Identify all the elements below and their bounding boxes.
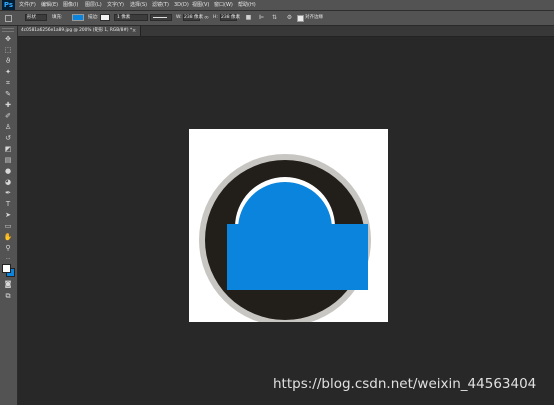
canvas-artwork bbox=[199, 154, 371, 326]
rectangle-tool-icon[interactable]: ▭ bbox=[3, 221, 13, 231]
gradient-tool-icon[interactable]: ▤ bbox=[3, 155, 13, 165]
menu-image[interactable]: 图像(I) bbox=[63, 0, 78, 10]
type-tool-icon[interactable]: T bbox=[3, 199, 13, 209]
menu-edit[interactable]: 编辑(E) bbox=[41, 0, 58, 10]
pen-tool-icon[interactable]: ✒ bbox=[3, 188, 13, 198]
quick-mask-icon[interactable]: ◙ bbox=[3, 279, 13, 289]
menu-bar: Ps 文件(F) 编辑(E) 图像(I) 图层(L) 文字(Y) 选择(S) 滤… bbox=[0, 0, 554, 11]
width-value: 238 像素 bbox=[184, 15, 204, 20]
document-tab[interactable]: 4c0581a6256e1a89.jpg @ 200% (矩形 1, RGB/8… bbox=[18, 26, 141, 36]
brush-tool-icon[interactable]: ✐ bbox=[3, 111, 13, 121]
align-edges-label: 对齐边缘 bbox=[305, 15, 323, 20]
more-tools-icon[interactable]: ··· bbox=[3, 254, 13, 264]
menu-type[interactable]: 文字(Y) bbox=[107, 0, 124, 10]
dodge-tool-icon[interactable]: ◕ bbox=[3, 177, 13, 187]
close-icon[interactable]: × bbox=[132, 26, 136, 36]
foreground-color-swatch[interactable] bbox=[2, 264, 11, 273]
menu-filter[interactable]: 滤镜(T) bbox=[152, 0, 169, 10]
stroke-label: 描边: bbox=[88, 15, 99, 20]
document-canvas[interactable] bbox=[189, 129, 388, 326]
lasso-tool-icon[interactable]: ϑ bbox=[3, 56, 13, 66]
crop-tool-icon[interactable]: ⌗ bbox=[3, 78, 13, 88]
menu-view[interactable]: 视图(V) bbox=[192, 0, 209, 10]
menu-select[interactable]: 选择(S) bbox=[130, 0, 147, 10]
width-label: W: bbox=[176, 15, 182, 20]
move-tool-icon[interactable]: ✥ bbox=[3, 34, 13, 44]
marquee-tool-icon[interactable]: ⬚ bbox=[3, 45, 13, 55]
panel-grip[interactable] bbox=[2, 28, 14, 32]
blur-tool-icon[interactable]: ● bbox=[3, 166, 13, 176]
gear-icon[interactable]: ⚙ bbox=[286, 14, 293, 21]
path-alignment-icon[interactable]: ⊫ bbox=[258, 14, 265, 21]
height-label: H: bbox=[213, 15, 218, 20]
stroke-width-value: 1 像素 bbox=[117, 15, 131, 20]
menu-help[interactable]: 帮助(H) bbox=[238, 0, 256, 10]
history-brush-tool-icon[interactable]: ↺ bbox=[3, 133, 13, 143]
fill-swatch[interactable] bbox=[72, 14, 84, 21]
menu-layer[interactable]: 图层(L) bbox=[85, 0, 102, 10]
stroke-type-line bbox=[153, 17, 167, 18]
height-value: 238 像素 bbox=[221, 15, 241, 20]
menu-window[interactable]: 窗口(W) bbox=[214, 0, 233, 10]
options-bar: 形状 填充: 描边: 1 像素 W: 238 像素 ∞ H: 238 像素 ■ … bbox=[0, 11, 554, 26]
screen-mode-icon[interactable]: ⧉ bbox=[3, 291, 13, 301]
blue-rectangle[interactable] bbox=[227, 224, 368, 290]
eyedropper-tool-icon[interactable]: ✎ bbox=[3, 89, 13, 99]
rectangle-tool-preset-icon[interactable] bbox=[5, 15, 12, 22]
document-tab-bar: 4c0581a6256e1a89.jpg @ 200% (矩形 1, RGB/8… bbox=[18, 26, 554, 37]
photoshop-logo: Ps bbox=[2, 0, 15, 10]
shape-mode-value: 形状 bbox=[27, 15, 36, 20]
menu-file[interactable]: 文件(F) bbox=[19, 0, 36, 10]
tools-panel: ✥ ⬚ ϑ ✦ ⌗ ✎ ✚ ✐ ♙ ↺ ◩ ▤ ● ◕ ✒ T ➤ ▭ ✋ ⚲ ··· ◙ ⧉ bbox=[0, 26, 18, 405]
path-operations-icon[interactable]: ■ bbox=[245, 14, 252, 21]
zoom-tool-icon[interactable]: ⚲ bbox=[3, 243, 13, 253]
hand-tool-icon[interactable]: ✋ bbox=[3, 232, 13, 242]
magic-wand-tool-icon[interactable]: ✦ bbox=[3, 67, 13, 77]
align-edges-checkbox[interactable] bbox=[297, 15, 304, 22]
eraser-tool-icon[interactable]: ◩ bbox=[3, 144, 13, 154]
fill-label: 填充: bbox=[52, 15, 63, 20]
clone-stamp-tool-icon[interactable]: ♙ bbox=[3, 122, 13, 132]
link-dimensions-icon[interactable]: ∞ bbox=[203, 14, 210, 21]
stroke-swatch[interactable] bbox=[100, 14, 110, 21]
document-tab-title: 4c0581a6256e1a89.jpg @ 200% (矩形 1, RGB/8… bbox=[21, 28, 133, 33]
path-arrangement-icon[interactable]: ⇅ bbox=[271, 14, 278, 21]
watermark: https://blog.csdn.net/weixin_44563404 bbox=[273, 376, 537, 392]
healing-brush-tool-icon[interactable]: ✚ bbox=[3, 100, 13, 110]
path-selection-tool-icon[interactable]: ➤ bbox=[3, 210, 13, 220]
menu-3d[interactable]: 3D(D) bbox=[174, 0, 189, 10]
